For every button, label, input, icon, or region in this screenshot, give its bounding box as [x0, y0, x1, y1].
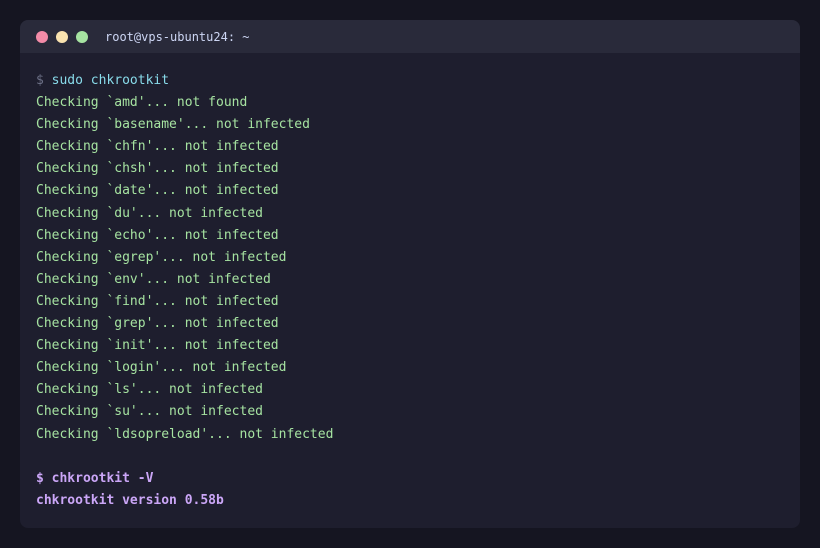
maximize-button[interactable]: [76, 30, 88, 43]
output-line: Checking `amd'... not found: [36, 95, 248, 111]
window-title: root@vps-ubuntu24: ~: [105, 29, 250, 44]
output-line: Checking `init'... not infected: [36, 338, 279, 354]
output-line: Checking `login'... not infected: [36, 360, 287, 376]
close-button[interactable]: [36, 30, 48, 43]
version-output-line: chkrootkit version 0.58b: [36, 492, 224, 508]
output-line: Checking `egrep'... not infected: [36, 249, 287, 265]
output-line: Checking `chsh'... not infected: [36, 161, 279, 177]
output-line: Checking `grep'... not infected: [36, 316, 279, 332]
minimize-button[interactable]: [56, 30, 68, 43]
output-line: Checking `echo'... not infected: [36, 227, 279, 243]
output-line: Checking `basename'... not infected: [36, 117, 310, 133]
terminal-window: root@vps-ubuntu24: ~ $ sudo chkrootkit C…: [20, 20, 800, 528]
output-line: Checking `date'... not infected: [36, 183, 279, 199]
output-line: Checking `find'... not infected: [36, 293, 279, 309]
command-line: $ sudo chkrootkit: [36, 70, 784, 92]
output-line: Checking `ldsopreload'... not infected: [36, 426, 334, 442]
command-text: sudo chkrootkit: [51, 73, 170, 88]
output-line: Checking `ls'... not infected: [36, 382, 263, 398]
title-bar: root@vps-ubuntu24: ~: [20, 20, 800, 53]
prompt-symbol: $: [36, 73, 44, 88]
terminal-output[interactable]: $ sudo chkrootkit Checking `amd'... not …: [20, 53, 800, 512]
output-line: Checking `du'... not infected: [36, 205, 263, 221]
version-command-line: $ chkrootkit -V: [36, 470, 154, 486]
output-line: Checking `su'... not infected: [36, 404, 263, 420]
output-line: Checking `env'... not infected: [36, 271, 271, 287]
output-line: Checking `chfn'... not infected: [36, 139, 279, 155]
